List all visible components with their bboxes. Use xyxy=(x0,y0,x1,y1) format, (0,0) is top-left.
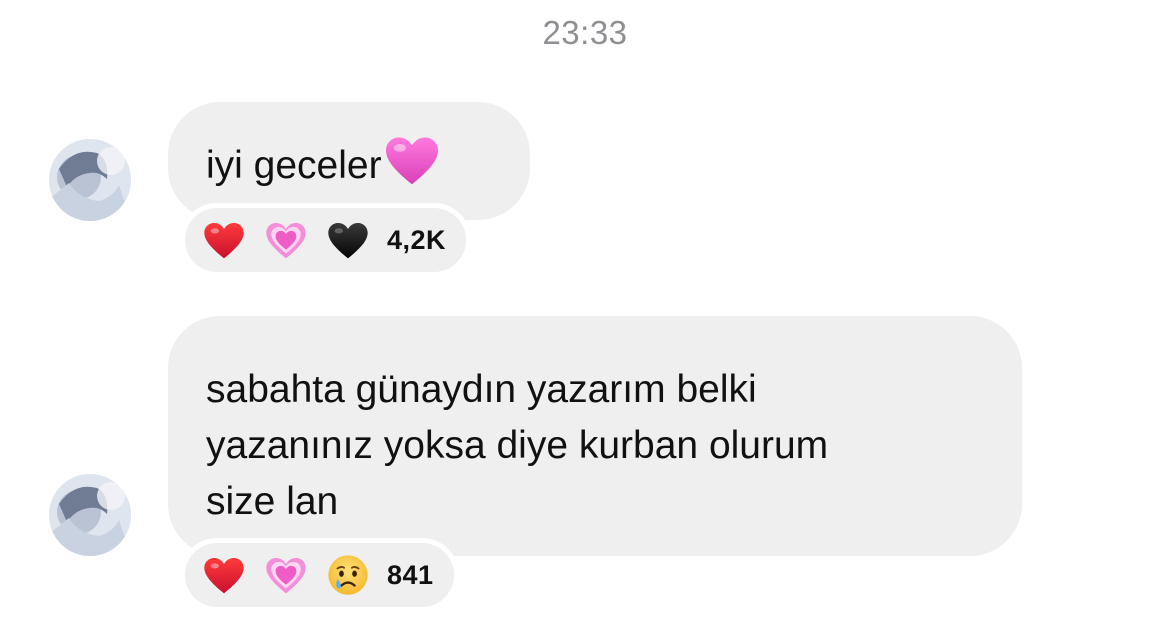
black-heart-icon xyxy=(327,220,369,260)
reaction-count: 841 xyxy=(387,559,434,590)
growing-heart-icon xyxy=(265,220,307,260)
reaction-count: 4,2K xyxy=(387,224,447,255)
message-text-line: sabahta günaydın yazarım belki xyxy=(206,368,757,411)
growing-heart-icon xyxy=(265,555,307,595)
timestamp: 23:33 xyxy=(542,14,628,51)
red-heart-icon xyxy=(203,220,245,260)
message-text-line: yazanınız yoksa diye kurban olurum xyxy=(206,424,829,467)
red-heart-icon xyxy=(203,555,245,595)
avatar[interactable] xyxy=(49,139,131,221)
crying-face-icon xyxy=(327,554,369,596)
avatar[interactable] xyxy=(49,474,131,556)
message-bubble[interactable]: sabahta günaydın yazarım belki yazanınız… xyxy=(168,316,1022,556)
pink-heart-icon xyxy=(384,134,440,202)
reactions-bar[interactable]: 841 xyxy=(180,538,459,612)
message-text: iyi geceler xyxy=(206,144,382,187)
message-text-line: size lan xyxy=(206,480,339,523)
reactions-bar[interactable]: 4,2K xyxy=(180,203,472,277)
